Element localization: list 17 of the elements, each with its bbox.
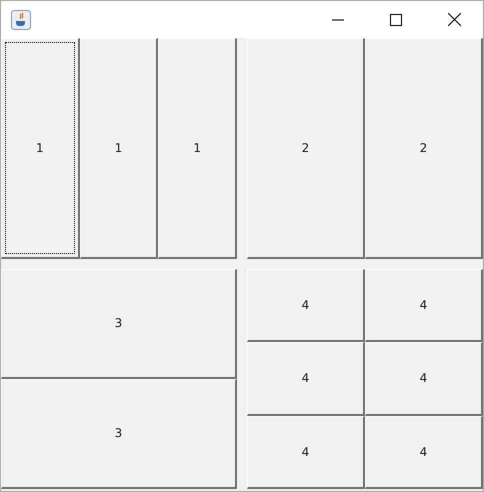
grid-button[interactable]: 4 bbox=[365, 416, 483, 489]
minimize-icon bbox=[332, 18, 344, 20]
grid-button[interactable]: 4 bbox=[365, 268, 483, 342]
grid-button[interactable]: 1 bbox=[80, 38, 158, 258]
grid-button[interactable]: 2 bbox=[247, 38, 365, 258]
grid-button[interactable]: 3 bbox=[1, 378, 237, 489]
grid-button[interactable]: 3 bbox=[1, 268, 237, 379]
grid-button[interactable]: 2 bbox=[365, 38, 483, 258]
grid-button[interactable]: 4 bbox=[365, 342, 483, 416]
grid-button[interactable]: 4 bbox=[247, 342, 365, 416]
grid-button[interactable]: 4 bbox=[247, 268, 365, 342]
grid-button[interactable]: 4 bbox=[247, 416, 365, 489]
maximize-icon bbox=[390, 14, 402, 26]
java-cup-icon bbox=[11, 10, 31, 30]
grid-button[interactable]: 1 bbox=[1, 38, 80, 258]
close-icon bbox=[448, 13, 460, 26]
grid-button[interactable]: 1 bbox=[158, 38, 237, 258]
